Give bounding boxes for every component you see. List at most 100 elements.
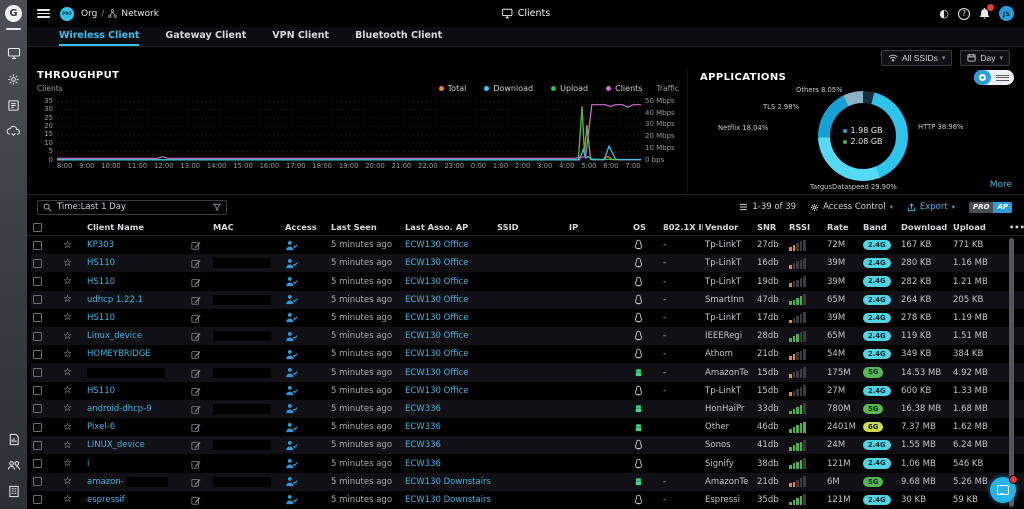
edit-cell[interactable]	[189, 349, 211, 359]
avatar[interactable]: JS	[999, 6, 1014, 21]
client-name-link[interactable]: i	[87, 459, 89, 469]
edit-cell[interactable]	[189, 404, 211, 414]
row-checkbox[interactable]	[31, 295, 61, 304]
column-header-ip[interactable]: IP	[567, 222, 631, 232]
client-name-link[interactable]: HS110	[87, 258, 115, 268]
table-row[interactable]: ☆HOMEYBRIDGE5 minutes agoECW130 Office-A…	[31, 345, 1024, 363]
edit-icon[interactable]	[191, 295, 201, 305]
favorite-star-icon[interactable]: ☆	[61, 294, 85, 305]
table-row[interactable]: ☆LINUX_device5 minutes agoECW336Sonos41d…	[31, 436, 1024, 454]
client-name-link[interactable]: KP303	[87, 240, 114, 250]
favorite-star-icon[interactable]: ☆	[61, 331, 85, 342]
column-header-client-name[interactable]: Client Name	[85, 222, 189, 232]
ap-link[interactable]: ECW130 Office	[405, 331, 468, 341]
edit-icon[interactable]	[191, 313, 201, 323]
edit-cell[interactable]	[189, 368, 211, 378]
breadcrumb-org[interactable]: Org	[81, 9, 97, 19]
help-icon[interactable]: ?	[958, 8, 970, 20]
edit-cell[interactable]	[189, 331, 211, 341]
client-name-link[interactable]: HS110	[87, 277, 115, 287]
row-checkbox[interactable]	[31, 241, 61, 250]
row-checkbox[interactable]	[31, 350, 61, 359]
edit-icon[interactable]	[191, 258, 201, 268]
ap-link[interactable]: ECW130 Office	[405, 313, 468, 323]
table-row[interactable]: ☆amazon-5 minutes agoECW130 Downstairs-A…	[31, 473, 1024, 491]
engenius-logo-icon[interactable]: G	[5, 5, 22, 22]
client-name-link[interactable]: HS110	[87, 313, 115, 323]
row-checkbox[interactable]	[31, 259, 61, 268]
row-checkbox[interactable]	[31, 441, 61, 450]
column-header-download[interactable]: Download	[899, 222, 951, 232]
column-header-os[interactable]: OS	[631, 222, 661, 232]
column-header-802-1x-id[interactable]: 802.1X ID	[661, 222, 703, 232]
table-row[interactable]: ☆espressif5 minutes agoECW130 Downstairs…	[31, 491, 1024, 509]
client-name-link[interactable]: HOMEYBRIDGE	[87, 349, 151, 359]
favorite-star-icon[interactable]: ☆	[61, 458, 85, 469]
column-header-last-seen[interactable]: Last Seen	[329, 222, 403, 232]
favorite-star-icon[interactable]: ☆	[61, 349, 85, 360]
sidebar-item-cloud-sync-icon[interactable]	[0, 118, 27, 144]
row-checkbox[interactable]	[31, 459, 61, 468]
table-row[interactable]: ☆android-dhcp-95 minutes agoECW336HonHai…	[31, 400, 1024, 418]
access-control-button[interactable]: Access Control ▾	[810, 202, 893, 212]
sidebar-item-users-icon[interactable]	[0, 452, 27, 478]
row-checkbox[interactable]	[31, 495, 61, 504]
row-checkbox[interactable]	[31, 332, 61, 341]
ap-link[interactable]: ECW130 Office	[405, 349, 468, 359]
edit-icon[interactable]	[191, 277, 201, 287]
column-header-upload[interactable]: Upload	[951, 222, 1007, 232]
column-header-mac[interactable]: MAC	[211, 222, 283, 232]
edit-icon[interactable]	[191, 349, 201, 359]
column-header--[interactable]: •••	[1007, 222, 1024, 232]
ap-link[interactable]: ECW336	[405, 440, 441, 450]
client-name-link[interactable]: amazon-	[87, 477, 124, 487]
client-name-link[interactable]: espressif	[87, 495, 125, 505]
favorite-star-icon[interactable]: ☆	[61, 422, 85, 433]
client-name-link[interactable]: udhcp 1.22.1	[87, 295, 143, 305]
sidebar-item-devices-icon[interactable]	[0, 92, 27, 118]
table-scrollbar[interactable]	[1009, 238, 1014, 507]
legend-item[interactable]: Total	[439, 84, 467, 93]
edit-cell[interactable]	[189, 277, 211, 287]
breadcrumb[interactable]: Org / Network	[81, 9, 159, 19]
favorite-star-icon[interactable]: ☆	[61, 312, 85, 323]
ssid-filter-button[interactable]: All SSIDs ▾	[881, 50, 952, 66]
legend-item[interactable]: Upload	[551, 84, 588, 93]
edit-icon[interactable]	[191, 459, 201, 469]
edit-icon[interactable]	[191, 477, 201, 487]
menu-icon[interactable]	[37, 9, 50, 18]
ap-link[interactable]: ECW336	[405, 459, 441, 469]
row-checkbox[interactable]	[31, 313, 61, 322]
period-filter-button[interactable]: Day ▾	[960, 50, 1010, 66]
column-header-rate[interactable]: Rate	[825, 222, 861, 232]
client-name-link[interactable]: HS110	[87, 386, 115, 396]
legend-item[interactable]: Clients	[606, 84, 642, 93]
more-link[interactable]: More	[990, 180, 1012, 190]
favorite-star-icon[interactable]: ☆	[61, 440, 85, 451]
edit-cell[interactable]	[189, 295, 211, 305]
edit-cell[interactable]	[189, 459, 211, 469]
row-checkbox[interactable]	[31, 277, 61, 286]
list-view-icon[interactable]	[991, 75, 1014, 81]
sidebar-item-monitor-icon[interactable]	[0, 40, 27, 66]
donut-chart[interactable]: 1.98 GB2.08 GB	[818, 91, 908, 181]
table-row[interactable]: ☆5 minutes agoECW130 Office-AmazonTe15db…	[31, 363, 1024, 381]
table-row[interactable]: ☆udhcp 1.22.15 minutes agoECW130 Office-…	[31, 291, 1024, 309]
row-checkbox[interactable]	[31, 368, 61, 377]
edit-cell[interactable]	[189, 313, 211, 323]
edit-cell[interactable]	[189, 422, 211, 432]
ap-link[interactable]: ECW130 Office	[405, 295, 468, 305]
column-header-ssid[interactable]: SSID	[495, 222, 567, 232]
donut-view-icon[interactable]	[974, 70, 991, 85]
column-header-last-asso-ap[interactable]: Last Asso. AP	[403, 222, 495, 232]
row-checkbox[interactable]	[31, 477, 61, 486]
favorite-star-icon[interactable]: ☆	[61, 403, 85, 414]
tab-gateway-client[interactable]: Gateway Client	[165, 27, 246, 46]
chat-button[interactable]	[990, 477, 1016, 503]
client-name-link[interactable]: Pixel-6	[87, 422, 115, 432]
client-name-link[interactable]: Linux_device	[87, 331, 142, 341]
table-row[interactable]: ☆i5 minutes agoECW336Signify38db121M2.4G…	[31, 454, 1024, 472]
column-header-band[interactable]: Band	[861, 222, 899, 232]
pagination[interactable]: 1-39 of 39	[739, 202, 796, 212]
edit-icon[interactable]	[191, 404, 201, 414]
